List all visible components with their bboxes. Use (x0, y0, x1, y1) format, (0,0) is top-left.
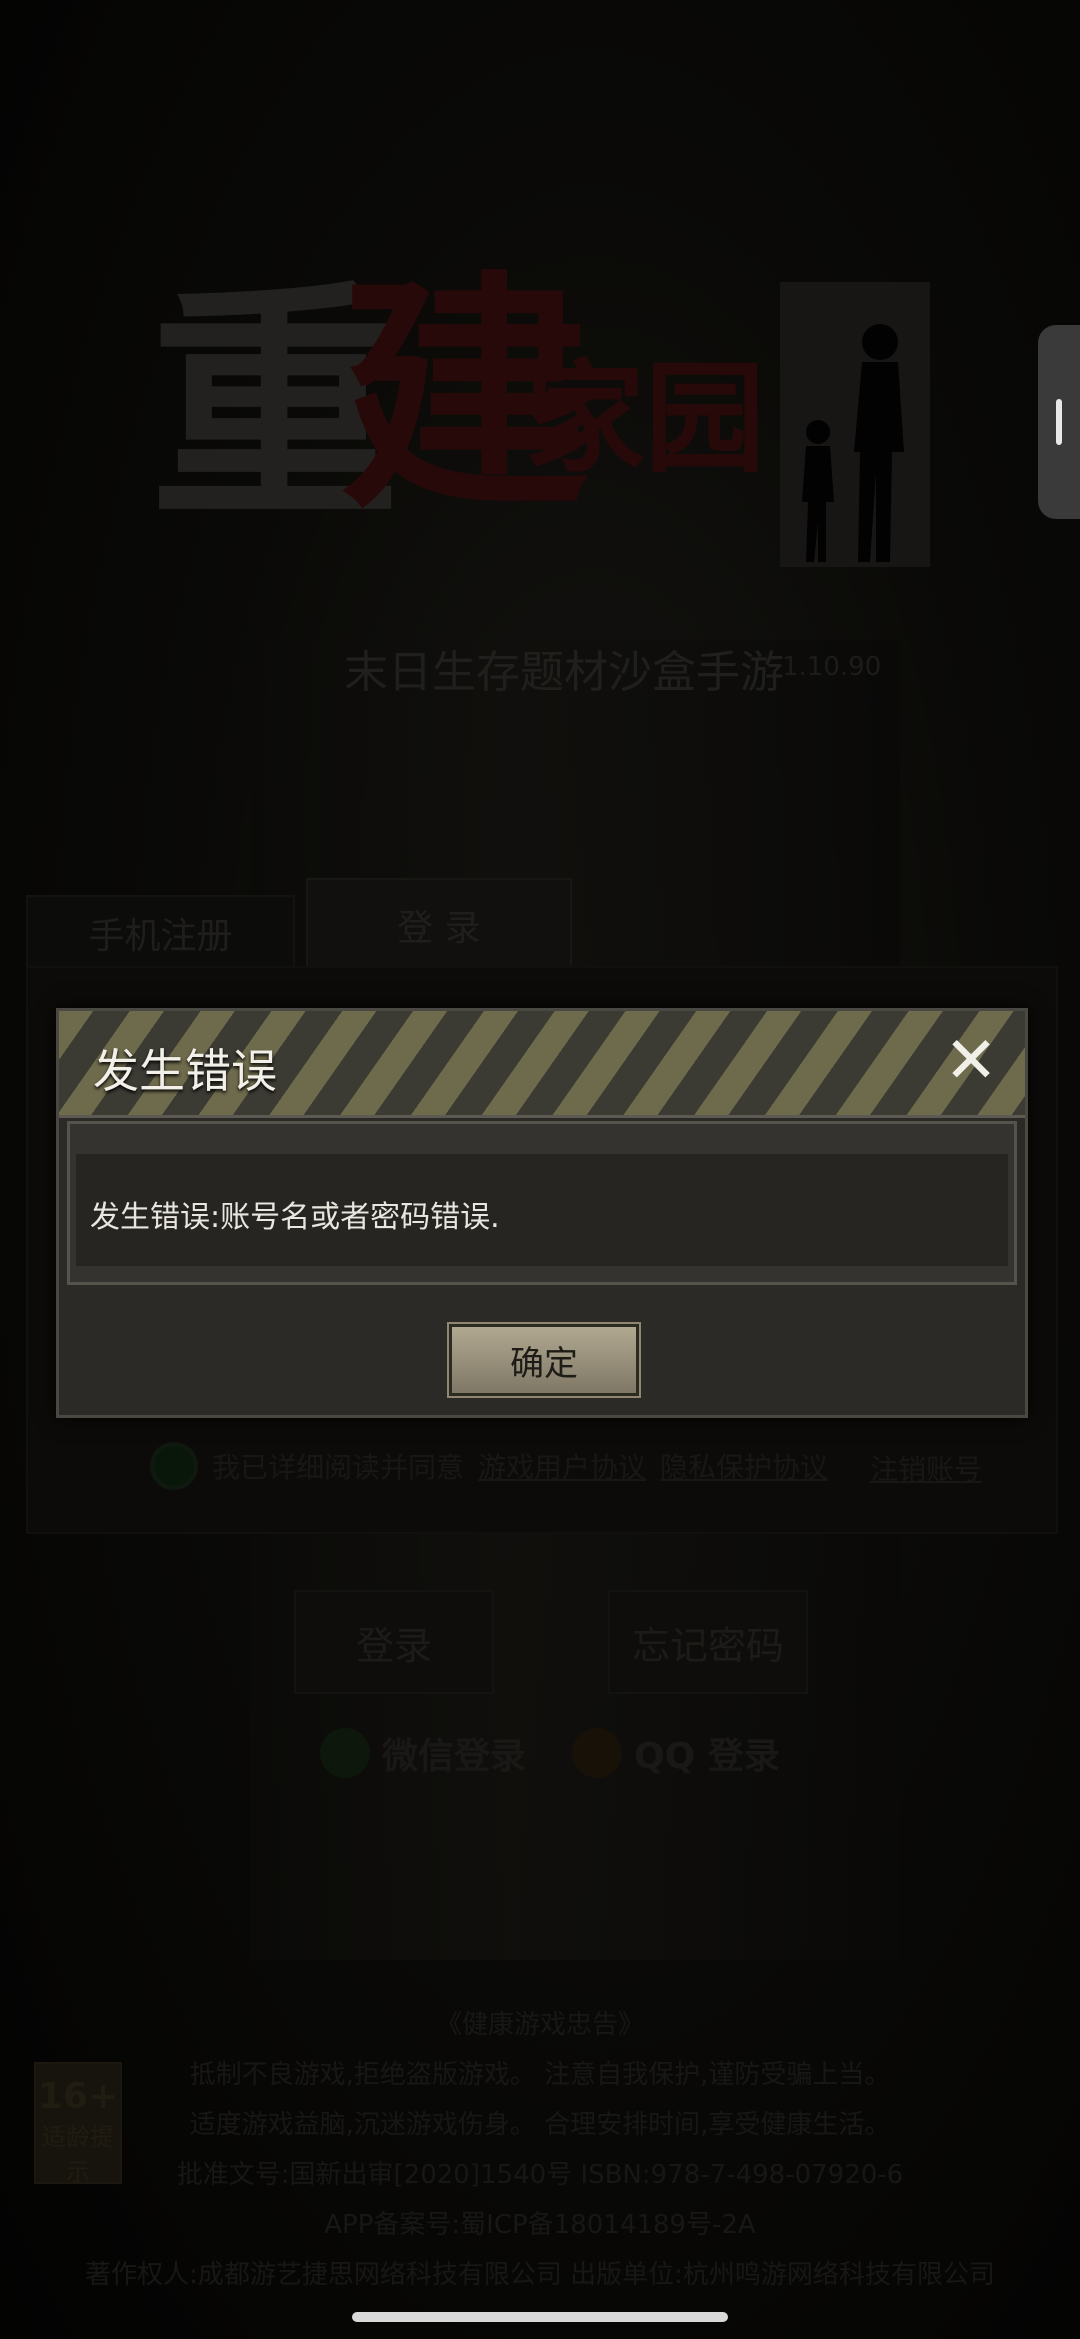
confirm-button[interactable]: 确定 (449, 1324, 639, 1396)
dialog-header: 发生错误 ✕ (59, 1011, 1025, 1118)
dialog-title: 发生错误 (93, 1044, 277, 1098)
error-message: 发生错误:账号名或者密码错误. (90, 1200, 500, 1235)
home-indicator[interactable] (352, 2312, 728, 2322)
handle-grip-icon (1056, 399, 1062, 445)
side-panel-handle[interactable] (1038, 325, 1080, 519)
dialog-message-box: 发生错误:账号名或者密码错误. (67, 1121, 1017, 1285)
close-icon[interactable]: ✕ (939, 1029, 1003, 1093)
error-dialog: 发生错误 ✕ 发生错误:账号名或者密码错误. 确定 (56, 1008, 1028, 1418)
